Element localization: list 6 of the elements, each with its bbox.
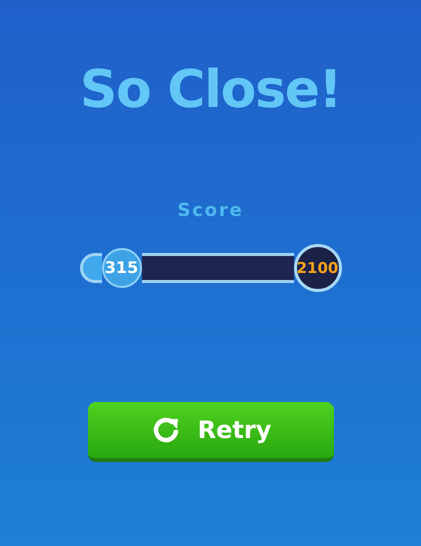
title: So Close!	[80, 59, 342, 122]
score-label: Score	[177, 199, 244, 223]
score-badge: 315	[102, 248, 142, 288]
target-badge: 2100	[294, 244, 342, 292]
retry-button[interactable]: Retry	[88, 402, 334, 462]
progress-fill	[80, 253, 102, 283]
